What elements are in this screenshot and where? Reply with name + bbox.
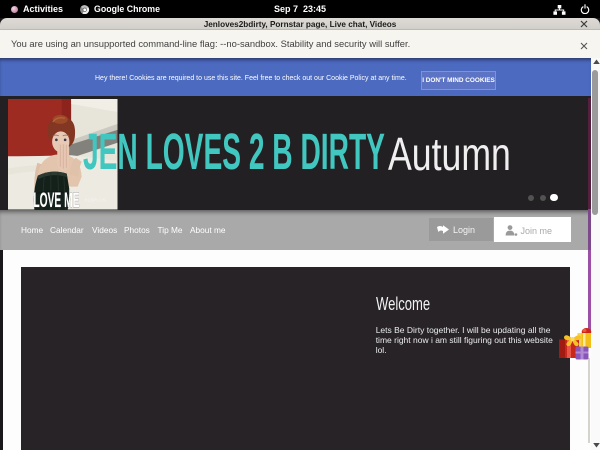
svg-text:#18PLUS: #18PLUS	[85, 198, 107, 204]
svg-text:LOVE ME: LOVE ME	[33, 189, 79, 209]
